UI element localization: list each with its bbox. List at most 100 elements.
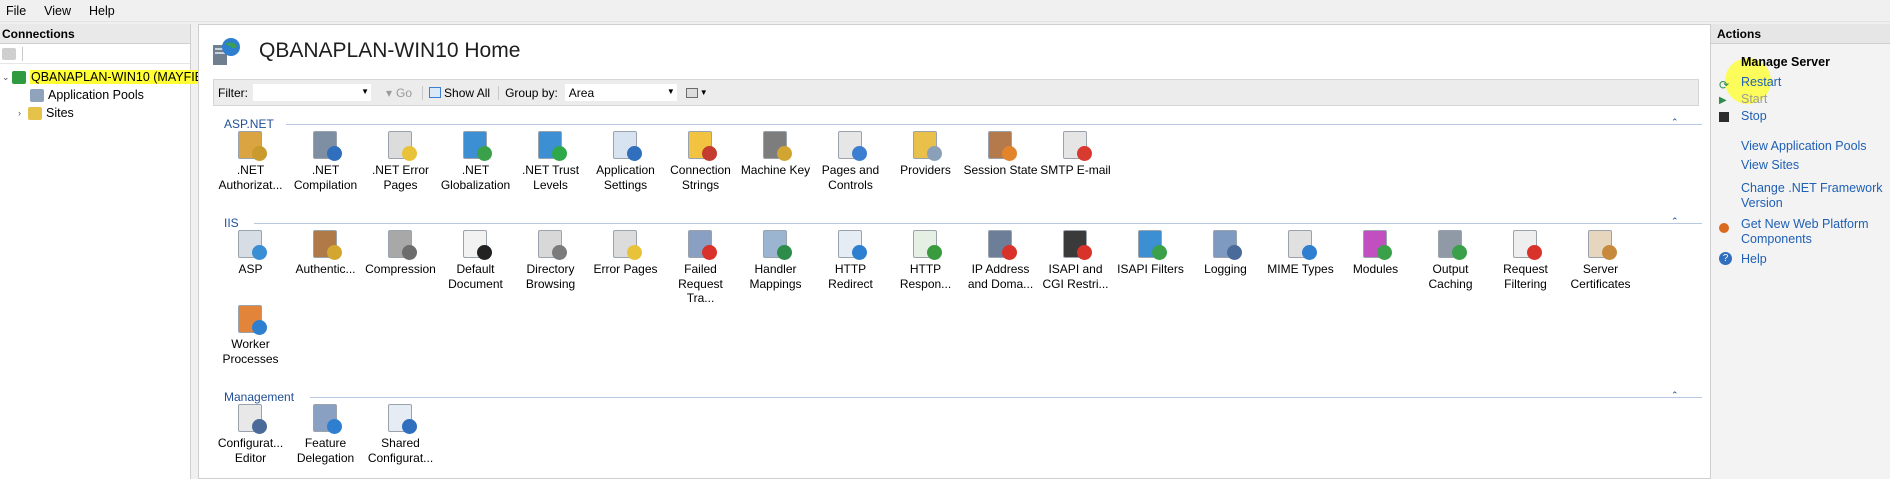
menu-file[interactable]: File [6,4,26,18]
feature-label: Worker Processes [222,337,279,366]
feature-isapi-cgi-restrictions[interactable]: ISAPI and CGI Restri... [1038,228,1113,291]
feature-mime-types[interactable]: MIME Types [1263,228,1338,277]
group-by-value: Area [568,86,595,100]
tree-item-server[interactable]: ⌄ QBANAPLAN-WIN10 (MAYFIE [2,68,205,86]
feature-application-settings[interactable]: Application Settings [588,129,663,192]
connections-toolbar [0,44,190,64]
feature-worker-processes[interactable]: Worker Processes [213,303,288,366]
feature-http-redirect[interactable]: HTTP Redirect [813,228,888,291]
collapse-icon[interactable]: ⌃ [1671,390,1679,401]
modules-icon [1360,228,1392,260]
feature-server-certificates[interactable]: Server Certificates [1563,228,1638,291]
feature-error-pages[interactable]: Error Pages [588,228,663,277]
feature-label: Providers [900,163,951,177]
features-view: QBANAPLAN-WIN10 Home Filter: ▼ ▾ Go Show… [198,24,1715,479]
menu-view[interactable]: View [44,4,71,18]
help-action[interactable]: Help [1741,252,1889,267]
feature-directory-browsing[interactable]: Directory Browsing [513,228,588,291]
worker-processes-icon [235,303,267,335]
feature-label: Default Document [448,262,503,291]
filter-input[interactable]: ▼ [252,83,372,102]
web-platform-icon [1719,223,1729,233]
feature-feature-delegation[interactable]: Feature Delegation [288,402,363,465]
feature-label: .NET Authorizat... [218,163,283,192]
chevron-down-icon[interactable]: ⌄ [2,72,12,83]
restart-action[interactable]: Restart [1741,75,1889,90]
tree-item-application-pools[interactable]: Application Pools [30,86,144,104]
feature-handler-mappings[interactable]: Handler Mappings [738,228,813,291]
feature-label: Machine Key [740,163,811,177]
feature-configuration-editor[interactable]: Configurat... Editor [213,402,288,465]
feature-isapi-filters[interactable]: ISAPI Filters [1113,228,1188,277]
view-application-pools-action[interactable]: View Application Pools [1741,139,1889,154]
stop-action[interactable]: Stop [1741,109,1889,124]
feature-pages-and-controls[interactable]: Pages and Controls [813,129,888,192]
feature-compression[interactable]: Compression [363,228,438,277]
chevron-right-icon[interactable]: › [18,108,28,118]
feature-session-state[interactable]: Session State [963,129,1038,178]
feature-net-compilation[interactable]: .NET Compilation [288,129,363,192]
help-icon: ? [1719,252,1732,265]
feature-net-authorization[interactable]: .NET Authorizat... [213,129,288,192]
feature-output-caching[interactable]: Output Caching [1413,228,1488,291]
isapi-cgi-restrictions-icon [1060,228,1092,260]
feature-http-response-headers[interactable]: HTTP Respon... [888,228,963,291]
feature-providers[interactable]: Providers [888,129,963,178]
application-pools-icon [30,88,44,102]
error-pages-icon [610,228,642,260]
change-net-framework-action[interactable]: Change .NET Framework Version [1741,181,1889,211]
section-divider [286,124,1702,125]
request-filtering-icon [1510,228,1542,260]
feature-label: Output Caching [1428,262,1473,291]
collapse-icon[interactable]: ⌃ [1671,216,1679,227]
section-divider [310,397,1702,398]
feature-failed-request-tracing[interactable]: Failed Request Tra... [663,228,738,306]
feature-net-error-pages[interactable]: .NET Error Pages [363,129,438,192]
feature-label: .NET Compilation [293,163,358,192]
go-button[interactable]: ▾ Go [386,86,412,100]
feature-request-filtering[interactable]: Request Filtering [1488,228,1563,291]
feature-machine-key[interactable]: Machine Key [738,129,813,178]
logging-icon [1210,228,1242,260]
view-sites-action[interactable]: View Sites [1741,158,1889,173]
collapse-icon[interactable]: ⌃ [1671,117,1679,128]
feature-label: Connection Strings [670,163,731,192]
group-by-select[interactable]: Area ▼ [563,83,678,102]
menu-bar: File View Help [0,0,1890,22]
feature-ip-address-restrictions[interactable]: IP Address and Doma... [963,228,1038,291]
feature-net-globalization[interactable]: .NET Globalization [438,129,513,192]
feature-default-document[interactable]: Default Document [438,228,513,291]
start-action[interactable]: Start [1741,92,1889,107]
view-mode-button[interactable]: ▼ [685,86,710,100]
tree-item-application-pools-label: Application Pools [48,88,144,102]
connect-icon[interactable] [2,47,16,60]
smtp-email-icon [1060,129,1092,161]
feature-label: .NET Error Pages [371,163,430,192]
menu-help[interactable]: Help [89,4,115,18]
http-response-headers-icon [910,228,942,260]
feature-label: SMTP E-mail [1040,163,1111,177]
asp-icon [235,228,267,260]
feature-smtp-email[interactable]: SMTP E-mail [1038,129,1113,178]
feature-authentication[interactable]: Authentic... [288,228,363,277]
feature-connection-strings[interactable]: Connection Strings [663,129,738,192]
feature-delegation-icon [310,402,342,434]
session-state-icon [985,129,1017,161]
get-new-web-platform-action[interactable]: Get New Web Platform Components [1741,217,1889,247]
show-all-label: Show All [444,85,491,100]
show-all-button[interactable]: Show All [422,85,491,100]
feature-label: Feature Delegation [296,436,355,465]
configuration-editor-icon [235,402,267,434]
feature-net-trust-levels[interactable]: .NET Trust Levels [513,129,588,192]
feature-asp[interactable]: ASP [213,228,288,277]
mime-types-icon [1285,228,1317,260]
tree-item-sites[interactable]: › Sites [18,104,74,122]
feature-label: ISAPI Filters [1117,262,1184,276]
feature-modules[interactable]: Modules [1338,228,1413,277]
feature-label: Server Certificates [1570,262,1631,291]
connections-pane: Connections ⌄ QBANAPLAN-WIN10 (MAYFIE Ap… [0,24,205,479]
providers-icon [910,129,942,161]
feature-label: Directory Browsing [525,262,576,291]
feature-logging[interactable]: Logging [1188,228,1263,277]
feature-shared-configuration[interactable]: Shared Configurat... [363,402,438,465]
